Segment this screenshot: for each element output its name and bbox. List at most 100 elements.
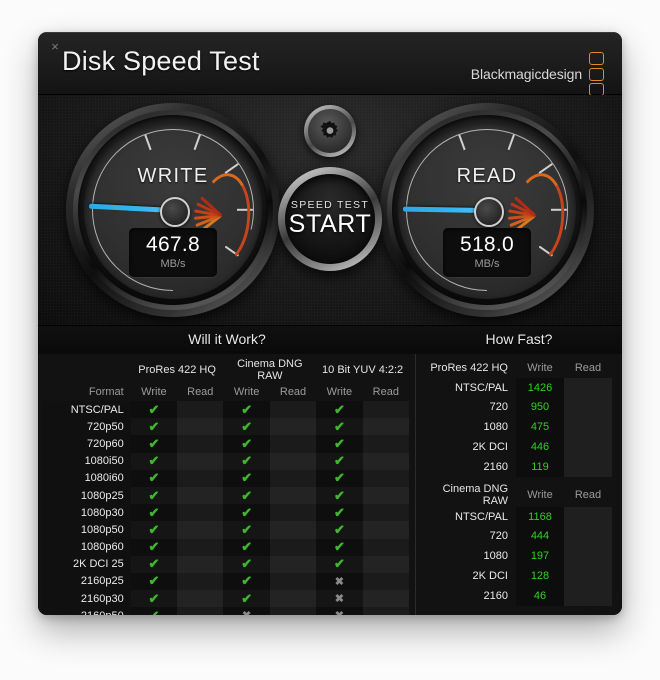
format-label: 720p60 (42, 435, 131, 453)
table-row: 1080 197 (421, 546, 612, 567)
table-row: NTSC/PAL 1168 (421, 506, 612, 527)
group-name: 10 Bit YUV 4:2:2 (421, 612, 516, 615)
col-read: Read (574, 361, 602, 374)
read-status-cell (177, 401, 224, 419)
table-row: 1080p25 ✔ ✔ ✔ (42, 486, 409, 505)
format-label: 2160 (483, 589, 508, 602)
write-status-cell: ✖ (316, 572, 363, 591)
format-label: 2160p30 (42, 590, 131, 608)
group-name: Cinema DNG RAW (442, 482, 508, 507)
format-label: 2K DCI (472, 570, 508, 583)
write-status-cell: ✔ (130, 418, 178, 436)
read-speed-value (564, 397, 612, 418)
col-read-1: Read (279, 386, 307, 398)
check-icon: ✔ (241, 401, 253, 417)
format-label: 1080i60 (42, 469, 131, 487)
write-status-cell: ✔ (316, 538, 363, 556)
read-speed-value (564, 506, 612, 527)
write-speed-value: 119 (516, 456, 564, 477)
write-status-cell: ✔ (223, 590, 270, 608)
write-status-cell: ✔ (316, 504, 363, 522)
read-status-cell (177, 486, 224, 505)
write-status-cell: ✔ (316, 418, 363, 436)
write-status-cell: ✔ (223, 452, 270, 470)
group-header-1: Cinema DNG RAW (237, 358, 303, 382)
write-status-cell: ✔ (316, 555, 363, 573)
write-status-cell: ✔ (130, 590, 178, 608)
check-icon: ✔ (333, 521, 345, 537)
read-status-cell (362, 486, 409, 505)
close-icon[interactable]: × (47, 39, 63, 55)
check-icon: ✔ (148, 401, 160, 417)
write-status-cell: ✔ (130, 486, 178, 505)
brand-logo: Blackmagicdesign (471, 52, 604, 96)
write-value: 467.8 (145, 233, 201, 256)
table-row: 2K DCI 446 (421, 437, 612, 457)
check-icon: ✔ (333, 401, 345, 417)
start-speed-test-button[interactable]: SPEED TEST START (278, 167, 382, 271)
check-icon: ✔ (148, 453, 160, 469)
group-name: ProRes 422 HQ (430, 361, 508, 374)
brand-label: Blackmagicdesign (470, 66, 582, 82)
format-label: 1080 (483, 550, 508, 563)
table-row: 2160p50 ✔ ✖ ✖ (42, 607, 409, 615)
read-status-cell (177, 590, 224, 608)
check-icon: ✔ (333, 556, 345, 572)
write-status-cell: ✔ (130, 607, 178, 615)
read-speed-value (564, 585, 612, 606)
read-unit: MB/s (474, 258, 500, 270)
table-row: 2160p30 ✔ ✔ ✖ (42, 590, 409, 608)
read-status-cell (269, 555, 317, 573)
write-status-cell: ✔ (130, 555, 178, 573)
read-status-cell (177, 555, 224, 573)
read-status-cell (362, 572, 409, 591)
table-row: 2160p25 ✔ ✔ ✖ (42, 572, 409, 591)
write-speed-value: 446 (516, 437, 564, 457)
col-write-2: Write (326, 386, 353, 398)
read-status-cell (177, 504, 224, 522)
write-status-cell: ✔ (223, 521, 270, 539)
read-status-cell (269, 607, 317, 615)
check-icon: ✔ (148, 487, 160, 503)
format-label: 2160 (483, 460, 508, 473)
read-status-cell (177, 521, 224, 539)
read-status-cell (269, 418, 317, 436)
will-it-work-heading: Will it Work? (188, 331, 266, 347)
group-header-2: 10 Bit YUV 4:2:2 (322, 364, 404, 376)
format-label: 2K DCI (472, 441, 508, 454)
read-status-cell (269, 401, 317, 419)
write-status-cell: ✔ (223, 538, 270, 556)
write-speed-value: 444 (516, 526, 564, 547)
col-write: Write (527, 488, 553, 501)
check-icon: ✔ (333, 504, 345, 520)
format-label: 1080 (483, 421, 508, 434)
gear-icon (320, 120, 338, 138)
check-icon: ✔ (241, 453, 253, 469)
read-status-cell (177, 418, 224, 436)
results-area: ProRes 422 HQ Cinema DNG RAW 10 Bit YUV … (38, 354, 622, 615)
disk-speed-test-window: × Disk Speed Test Blackmagicdesign WRITE (38, 32, 622, 615)
read-value-box: 518.0 MB/s (443, 228, 531, 277)
check-icon: ✔ (148, 556, 160, 572)
table-row: 1080i50 ✔ ✔ ✔ (42, 452, 409, 470)
check-icon: ✔ (333, 470, 345, 486)
read-gauge-face: READ 518.0 MB/s (398, 121, 576, 299)
sub-header-row: Format Write Read Write Read Write Read (42, 383, 409, 401)
read-value: 518.0 (459, 233, 515, 256)
write-gauge: WRITE 467.8 MB/s (66, 103, 280, 317)
check-icon: ✔ (148, 608, 159, 615)
write-unit: MB/s (160, 258, 186, 270)
format-label: 2160p50 (42, 607, 131, 615)
settings-button[interactable] (304, 105, 356, 157)
read-status-cell (269, 590, 317, 608)
table-row: 720p50 ✔ ✔ ✔ (42, 418, 409, 436)
read-status-cell (269, 486, 317, 505)
write-status-cell: ✖ (316, 607, 363, 615)
check-icon: ✔ (241, 521, 253, 537)
write-speed-value: 950 (516, 397, 564, 418)
read-status-cell (269, 538, 317, 556)
read-status-cell (362, 469, 409, 487)
col-read-2: Read (372, 386, 399, 398)
check-icon: ✔ (333, 539, 345, 555)
table-row: 2160 119 (421, 456, 612, 477)
